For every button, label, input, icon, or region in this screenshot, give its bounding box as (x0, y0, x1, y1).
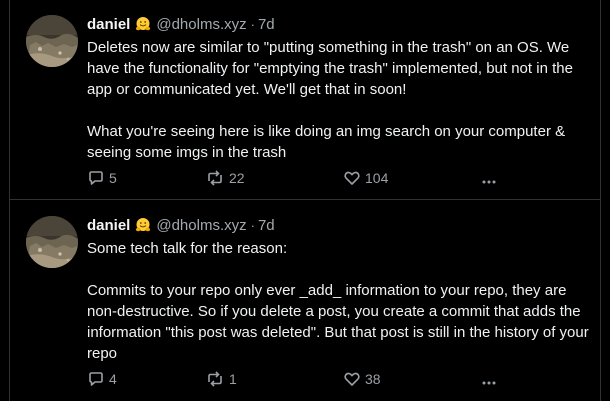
more-options-icon (480, 171, 498, 189)
author-handle[interactable]: @dholms.xyz (156, 16, 246, 33)
like-count: 38 (365, 371, 381, 387)
reply-count: 5 (109, 170, 117, 186)
like-count: 104 (365, 170, 389, 186)
feed: daniel @dholms.xyz · 7d Deletes now are … (9, 0, 601, 401)
reply-button[interactable]: 4 (87, 369, 117, 389)
repost-button[interactable]: 22 (205, 168, 245, 188)
more-options-icon (480, 372, 498, 390)
post-timestamp[interactable]: 7d (258, 16, 275, 33)
post-header: daniel @dholms.xyz · 7d (87, 215, 275, 235)
post-header: daniel @dholms.xyz · 7d (87, 14, 275, 34)
heart-icon (343, 370, 361, 388)
more-options-button[interactable] (480, 371, 498, 391)
heart-icon (343, 169, 361, 187)
post-actions: 5 22 104 (87, 168, 507, 188)
like-button[interactable]: 38 (343, 369, 381, 389)
repost-button[interactable]: 1 (205, 369, 237, 389)
post[interactable]: daniel @dholms.xyz · 7d Deletes now are … (10, 0, 600, 200)
repost-icon (205, 370, 225, 388)
post-actions: 4 1 38 (87, 369, 507, 389)
post[interactable]: daniel @dholms.xyz · 7d Some tech talk f… (10, 201, 600, 401)
like-button[interactable]: 104 (343, 168, 388, 188)
reply-count: 4 (109, 371, 117, 387)
reply-button[interactable]: 5 (87, 168, 117, 188)
repost-count: 1 (229, 371, 237, 387)
avatar[interactable] (26, 216, 78, 268)
separator-dot: · (250, 16, 255, 32)
hugging-face-emoji-icon (135, 217, 151, 233)
more-options-button[interactable] (480, 170, 498, 190)
author-display-name[interactable]: daniel (87, 217, 130, 234)
avatar[interactable] (26, 15, 78, 67)
author-display-name[interactable]: daniel (87, 16, 130, 33)
post-text: Deletes now are similar to "putting some… (87, 39, 573, 161)
reply-icon (87, 169, 105, 187)
post-text: Some tech talk for the reason: Commits t… (87, 240, 589, 362)
reply-icon (87, 370, 105, 388)
repost-icon (205, 169, 225, 187)
repost-count: 22 (229, 170, 245, 186)
separator-dot: · (250, 217, 255, 233)
author-handle[interactable]: @dholms.xyz (156, 217, 246, 234)
hugging-face-emoji-icon (135, 16, 151, 32)
post-timestamp[interactable]: 7d (258, 217, 275, 234)
